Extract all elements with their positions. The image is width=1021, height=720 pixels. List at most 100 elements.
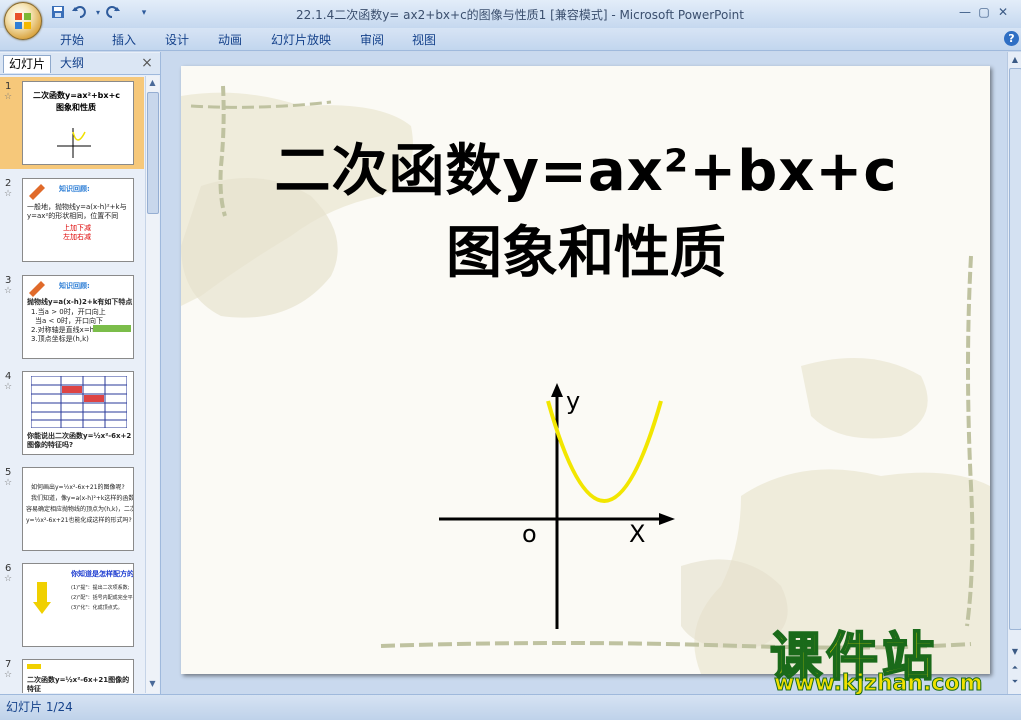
redo-icon[interactable] xyxy=(104,5,120,21)
slide-thumbnail-7[interactable]: 7 ☆ 二次函数y=½x²-6x+21图像的 特征 xyxy=(0,655,144,693)
close-button[interactable]: ✕ xyxy=(993,3,1013,21)
slide-title-line2[interactable]: 图象和性质 xyxy=(271,208,901,289)
preview-line: 二次函数y=½x²-6x+21图像的 xyxy=(27,676,130,684)
animation-star-icon: ☆ xyxy=(4,478,13,488)
slide-number: 7 xyxy=(5,659,12,670)
animation-star-icon: ☆ xyxy=(4,382,13,392)
tab-insert[interactable]: 插入 xyxy=(112,31,136,48)
slide-number: 6 xyxy=(5,563,12,574)
status-bar xyxy=(0,694,1021,720)
watermark: 课件站 www.kjzhan.com xyxy=(769,615,1010,697)
pencil-icon xyxy=(29,184,45,200)
scroll-thumb[interactable] xyxy=(1009,68,1021,630)
parabola-curve xyxy=(546,400,663,503)
preview-line: (2)"配"：括号内配成完全平方; xyxy=(71,595,134,601)
y-axis-label: y xyxy=(566,387,581,415)
office-logo-icon xyxy=(15,13,31,29)
slide-title-line1[interactable]: 二次函数y=ax²+bx+c xyxy=(271,126,901,207)
slide-preview: 二次函数y=½x²-6x+21图像的 特征 xyxy=(22,659,134,693)
preview-title: 二次函数y=ax²+bx+c xyxy=(33,91,121,100)
slide-number: 4 xyxy=(5,371,12,382)
tab-outline[interactable]: 大纲 xyxy=(55,55,89,72)
slide-thumbnail-1[interactable]: 1 ☆ 二次函数y=ax²+bx+c 图象和性质 xyxy=(0,77,144,169)
preview-heading: 知识回顾: xyxy=(59,282,90,290)
tab-home[interactable]: 开始 xyxy=(60,31,84,48)
thumbnail-scrollbar[interactable]: ▲ ▼ xyxy=(145,76,159,693)
vertical-scrollbar[interactable]: ▲ ▼ ⏶ ⏷ xyxy=(1007,52,1021,694)
preview-line: (3)"化"：化成顶点式。 xyxy=(71,605,123,611)
slide-indicator: 幻灯片 1/24 xyxy=(6,700,73,714)
slide-thumbnail-5[interactable]: 5 ☆ 如何画出y=½x²-6x+21的图像呢? 我们知道，像y=a(x-h)²… xyxy=(0,463,144,555)
help-icon[interactable]: ? xyxy=(1004,31,1019,46)
x-axis-label: X xyxy=(629,520,646,548)
slide-thumbnail-4[interactable]: 4 ☆ 你能说出二次函数y=½x²-6x+2 图像的特征吗? xyxy=(0,367,144,459)
preview-line: 如何画出y=½x²-6x+21的图像呢? xyxy=(31,484,125,491)
preview-line: 上加下减 xyxy=(63,224,91,232)
preview-graph xyxy=(57,128,91,158)
preview-line: 当a < 0时，开口向下 xyxy=(35,317,104,325)
preview-table xyxy=(31,376,127,428)
pane-close-icon[interactable]: × xyxy=(140,55,154,71)
parabola-graph[interactable] xyxy=(431,381,691,631)
minimize-button[interactable]: — xyxy=(955,3,975,21)
maximize-button[interactable]: ▢ xyxy=(974,3,994,21)
scroll-thumb[interactable] xyxy=(147,92,159,214)
arrow-down-icon xyxy=(33,602,51,614)
preview-line: 2.对称轴是直线x=h xyxy=(31,326,95,334)
preview-line: 一般地，抛物线y=a(x-h)²+k与 xyxy=(27,203,127,211)
slide-thumbnail-2[interactable]: 2 ☆ 知识回顾: 一般地，抛物线y=a(x-h)²+k与 y=ax²的形状相同… xyxy=(0,174,144,266)
preview-line: y=½x²-6x+21也能化成这样的形式吗? xyxy=(26,517,132,524)
scroll-down-icon[interactable]: ▼ xyxy=(148,679,157,688)
preview-line: 你能说出二次函数y=½x²-6x+2 xyxy=(27,432,132,440)
animation-star-icon: ☆ xyxy=(4,286,13,296)
scroll-down-icon[interactable]: ▼ xyxy=(1009,646,1021,658)
tab-review[interactable]: 审阅 xyxy=(360,31,384,48)
animation-star-icon: ☆ xyxy=(4,574,13,584)
pencil-icon xyxy=(29,281,45,297)
tab-design[interactable]: 设计 xyxy=(165,31,189,48)
tab-view[interactable]: 视图 xyxy=(412,31,436,48)
preview-line: 容易确定相应抛物线的顶点为(h,k)，二次函数 xyxy=(26,506,133,513)
save-icon[interactable] xyxy=(50,5,66,21)
tab-animations[interactable]: 动画 xyxy=(218,31,242,48)
preview-line: (1)"提"：提出二次项系数; xyxy=(71,585,130,591)
window-title: 22.1.4二次函数y= ax2+bx+c的图像与性质1 [兼容模式] - Mi… xyxy=(296,8,744,22)
slide-number: 3 xyxy=(5,275,12,286)
slide-preview: 知识回顾: 一般地，抛物线y=a(x-h)²+k与 y=ax²的形状相同，位置不… xyxy=(22,178,134,262)
customize-qat-icon[interactable]: ▾ xyxy=(136,5,152,21)
slide-thumbnail-3[interactable]: 3 ☆ 知识回顾: 抛物线y=a(x-h)2+k有如下特点 1.当a > 0时，… xyxy=(0,271,144,363)
x-axis-arrow-icon xyxy=(659,513,675,525)
slide-number: 1 xyxy=(5,81,12,92)
tab-slides[interactable]: 幻灯片 xyxy=(3,55,52,73)
origin-label: o xyxy=(522,520,537,548)
animation-star-icon: ☆ xyxy=(4,92,13,102)
ribbon-tab-strip xyxy=(0,28,1021,51)
preview-line: 我们知道，像y=a(x-h)²+k这样的函数， xyxy=(31,495,134,502)
preview-line: 3.顶点坐标是(h,k) xyxy=(31,335,89,343)
watermark-url: www.kjzhan.com xyxy=(774,671,984,697)
preview-line: 特征 xyxy=(27,685,41,693)
slide-thumbnail-6[interactable]: 6 ☆ 你知道是怎样配方的吗? (1)"提"：提出二次项系数; (2)"配"：括… xyxy=(0,559,144,651)
preview-line: y=ax²的形状相同，位置不同 xyxy=(27,212,119,220)
next-slide-icon[interactable]: ⏷ xyxy=(1009,676,1021,688)
previous-slide-icon[interactable]: ⏶ xyxy=(1009,662,1021,674)
tab-slideshow[interactable]: 幻灯片放映 xyxy=(271,31,331,48)
undo-icon[interactable] xyxy=(72,5,88,21)
preview-line: 你知道是怎样配方的吗? xyxy=(71,570,134,578)
preview-line: 抛物线y=a(x-h)2+k有如下特点 xyxy=(27,298,133,306)
slide-preview: 你知道是怎样配方的吗? (1)"提"：提出二次项系数; (2)"配"：括号内配成… xyxy=(22,563,134,647)
preview-heading: 知识回顾: xyxy=(59,185,90,193)
slide-canvas[interactable]: 二次函数y=ax²+bx+c 图象和性质 y X o xyxy=(181,66,990,674)
preview-subtitle: 图象和性质 xyxy=(56,103,96,112)
slide-preview: 你能说出二次函数y=½x²-6x+2 图像的特征吗? xyxy=(22,371,134,455)
scroll-up-icon[interactable]: ▲ xyxy=(148,78,157,87)
animation-star-icon: ☆ xyxy=(4,670,13,680)
slide-number: 2 xyxy=(5,178,12,189)
animation-star-icon: ☆ xyxy=(4,189,13,199)
slide-number: 5 xyxy=(5,467,12,478)
preview-line: 1.当a > 0时，开口向上 xyxy=(31,308,106,316)
scroll-up-icon[interactable]: ▲ xyxy=(1009,54,1021,66)
preview-line: 图像的特征吗? xyxy=(27,441,74,449)
y-axis-arrow-icon xyxy=(551,383,563,397)
office-button[interactable] xyxy=(4,2,42,40)
